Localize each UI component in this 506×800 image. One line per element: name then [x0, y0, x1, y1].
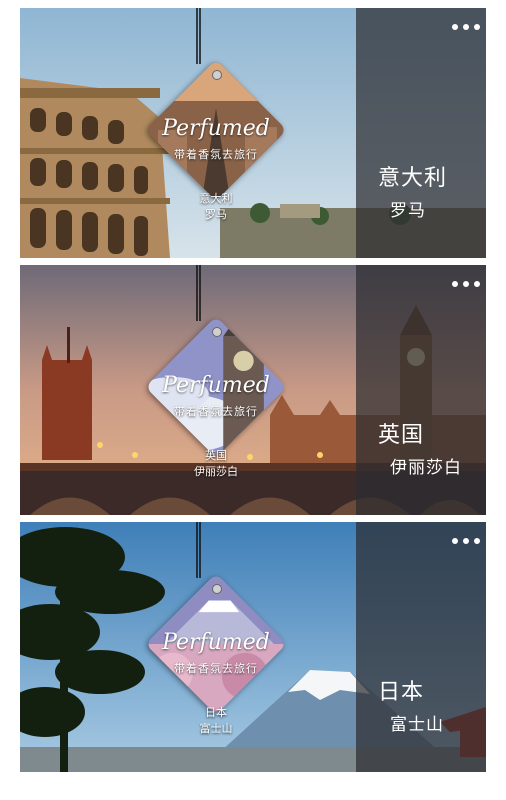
- tag-city: 罗马: [205, 208, 227, 221]
- country-label: 日本: [378, 680, 425, 705]
- tag-country: 日本: [205, 706, 227, 719]
- more-dots-icon[interactable]: [452, 279, 480, 289]
- product-card-rome[interactable]: Perfumed 带着香氛去旅行 意大利 罗马 意大利 罗马: [20, 8, 486, 258]
- tag-city: 伊丽莎白: [194, 465, 238, 478]
- hanging-string: [196, 522, 201, 578]
- tag-city: 富士山: [199, 722, 233, 735]
- city-label: 罗马: [390, 201, 426, 221]
- tag-country: 意大利: [199, 192, 233, 205]
- tag-slogan: 带着香氛去旅行: [174, 148, 258, 161]
- tag-slogan: 带着香氛去旅行: [174, 405, 258, 418]
- hanging-string: [196, 8, 201, 64]
- city-label: 富士山: [390, 715, 444, 735]
- tag-hole: [212, 70, 222, 80]
- tag-brand: Perfumed: [162, 373, 270, 398]
- country-label: 英国: [378, 423, 425, 448]
- country-label: 意大利: [378, 166, 448, 191]
- air-freshener-tag: Perfumed 带着香氛去旅行 英国 伊丽莎白: [116, 265, 316, 515]
- product-card-fuji[interactable]: Perfumed 带着香氛去旅行 日本 富士山 日本 富士山: [20, 522, 486, 772]
- hanging-string: [196, 265, 201, 321]
- info-panel: 英国 伊丽莎白: [356, 265, 486, 515]
- tag-brand: Perfumed: [162, 630, 270, 655]
- more-dots-icon[interactable]: [452, 536, 480, 546]
- city-label: 伊丽莎白: [390, 458, 462, 478]
- info-panel: 日本 富士山: [356, 522, 486, 772]
- tag-brand: Perfumed: [162, 116, 270, 141]
- product-card-london[interactable]: Perfumed 带着香氛去旅行 英国 伊丽莎白 英国 伊丽莎白: [20, 265, 486, 515]
- tag-hole: [212, 327, 222, 337]
- air-freshener-tag: Perfumed 带着香氛去旅行 意大利 罗马: [116, 8, 316, 258]
- tag-country: 英国: [205, 449, 227, 462]
- tag-hole: [212, 584, 222, 594]
- info-panel: 意大利 罗马: [356, 8, 486, 258]
- tag-slogan: 带着香氛去旅行: [174, 662, 258, 675]
- air-freshener-tag: Perfumed 带着香氛去旅行 日本 富士山: [116, 522, 316, 772]
- more-dots-icon[interactable]: [452, 22, 480, 32]
